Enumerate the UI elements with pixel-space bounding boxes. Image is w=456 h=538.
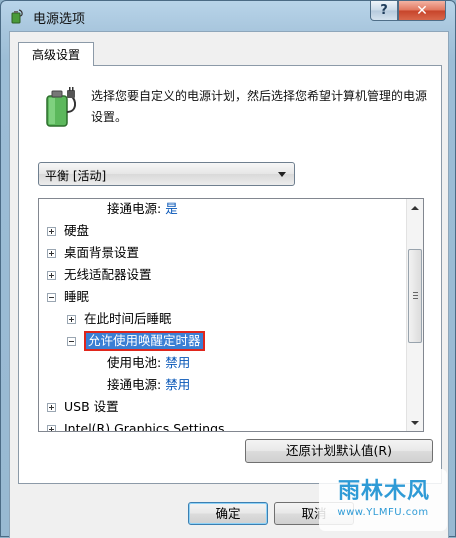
scroll-thumb[interactable] bbox=[408, 249, 422, 343]
scroll-up-button[interactable] bbox=[407, 199, 423, 216]
title-bar[interactable]: 电源选项 ? ✕ bbox=[1, 1, 455, 31]
expand-icon[interactable] bbox=[47, 403, 56, 412]
advanced-settings-panel: 选择您要自定义的电源计划，然后选择您希望计算机管理的电源设置。 平衡 [活动] … bbox=[18, 65, 442, 484]
watermark-url: www.YLMFU.com bbox=[337, 507, 429, 518]
arrow-up-icon bbox=[411, 205, 419, 210]
tree-row[interactable]: 睡眠 bbox=[47, 287, 89, 307]
description-text: 选择您要自定义的电源计划，然后选择您希望计算机管理的电源设置。 bbox=[91, 89, 428, 124]
tree-row[interactable]: 桌面背景设置 bbox=[47, 243, 139, 263]
power-options-window: 电源选项 ? ✕ 高级设置 选择您要自定义的电源计划，然后选择您希望计算机管理的… bbox=[0, 0, 456, 538]
battery-plug-icon bbox=[46, 87, 77, 127]
tree-item-label: 硬盘 bbox=[64, 223, 90, 238]
expand-icon[interactable] bbox=[47, 425, 56, 431]
watermark-logo: 雨林木风 www.YLMFU.com bbox=[319, 469, 447, 531]
grip-icon bbox=[413, 292, 418, 293]
vertical-scrollbar[interactable] bbox=[406, 199, 423, 431]
tree-item-label: 在此时间后睡眠 bbox=[84, 311, 172, 326]
expand-icon[interactable] bbox=[47, 249, 56, 258]
power-plan-value: 平衡 [活动] bbox=[45, 169, 107, 183]
tree-item-value[interactable]: 禁用 bbox=[165, 377, 190, 392]
expand-icon[interactable] bbox=[47, 227, 56, 236]
window-title: 电源选项 bbox=[33, 12, 86, 27]
collapse-icon[interactable] bbox=[67, 337, 76, 346]
tree-row[interactable]: Intel(R) Graphics Settings bbox=[47, 419, 225, 432]
tree-item-label: 接通电源: bbox=[107, 377, 162, 392]
tree-item-label: Intel(R) Graphics Settings bbox=[64, 421, 225, 432]
tree-row[interactable]: 硬盘 bbox=[47, 221, 89, 241]
tree-row[interactable]: 在此时间后睡眠 bbox=[67, 309, 172, 329]
tree-item-label: 接通电源: bbox=[107, 201, 162, 216]
scroll-down-button[interactable] bbox=[407, 414, 423, 431]
tree-row[interactable]: USB 设置 bbox=[47, 397, 119, 417]
tree-item-label: 睡眠 bbox=[64, 289, 90, 304]
chevron-down-icon bbox=[278, 172, 286, 177]
power-options-icon bbox=[11, 9, 23, 24]
tree-row[interactable]: 使用电池: 禁用 bbox=[107, 353, 190, 373]
tab-advanced-settings[interactable]: 高级设置 bbox=[18, 42, 94, 66]
power-plan-dropdown[interactable]: 平衡 [活动] bbox=[38, 162, 295, 186]
watermark-text: 雨林木风 bbox=[337, 479, 430, 504]
tree-item-value[interactable]: 是 bbox=[165, 201, 178, 216]
tree-item-label: 无线适配器设置 bbox=[64, 267, 152, 282]
tree-item-label-highlighted: 允许使用唤醒定时器 bbox=[84, 331, 205, 351]
collapse-icon[interactable] bbox=[47, 293, 56, 302]
help-button[interactable]: ? bbox=[370, 1, 398, 21]
tree-row[interactable]: 接通电源: 禁用 bbox=[107, 375, 190, 395]
ok-button[interactable]: 确定 bbox=[188, 502, 268, 525]
expand-icon[interactable] bbox=[47, 271, 56, 280]
close-button[interactable]: ✕ bbox=[398, 1, 446, 21]
tree-item-label: 桌面背景设置 bbox=[64, 245, 140, 260]
tree-item-value[interactable]: 禁用 bbox=[165, 355, 190, 370]
tree-item-label: 使用电池: bbox=[107, 355, 162, 370]
restore-defaults-button[interactable]: 还原计划默认值(R) bbox=[245, 439, 433, 463]
tree-row[interactable]: 无线适配器设置 bbox=[47, 265, 152, 285]
expand-icon[interactable] bbox=[67, 315, 76, 324]
tree-row[interactable]: 接通电源: 是 bbox=[107, 199, 178, 219]
settings-tree[interactable]: 接通电源: 是 硬盘 桌面背景设置 无线适配器设置 睡眠 在此时间后睡眠 允许使… bbox=[38, 198, 424, 432]
grip-icon bbox=[413, 298, 418, 299]
grip-icon bbox=[413, 295, 418, 296]
arrow-down-icon bbox=[411, 420, 419, 425]
dialog-body: 高级设置 选择您要自定义的电源计划，然后选择您希望计算机管理的电源设置。 平衡 … bbox=[9, 31, 449, 538]
tree-row-selected[interactable]: 允许使用唤醒定时器 bbox=[67, 331, 205, 351]
tree-item-label: USB 设置 bbox=[64, 399, 119, 414]
